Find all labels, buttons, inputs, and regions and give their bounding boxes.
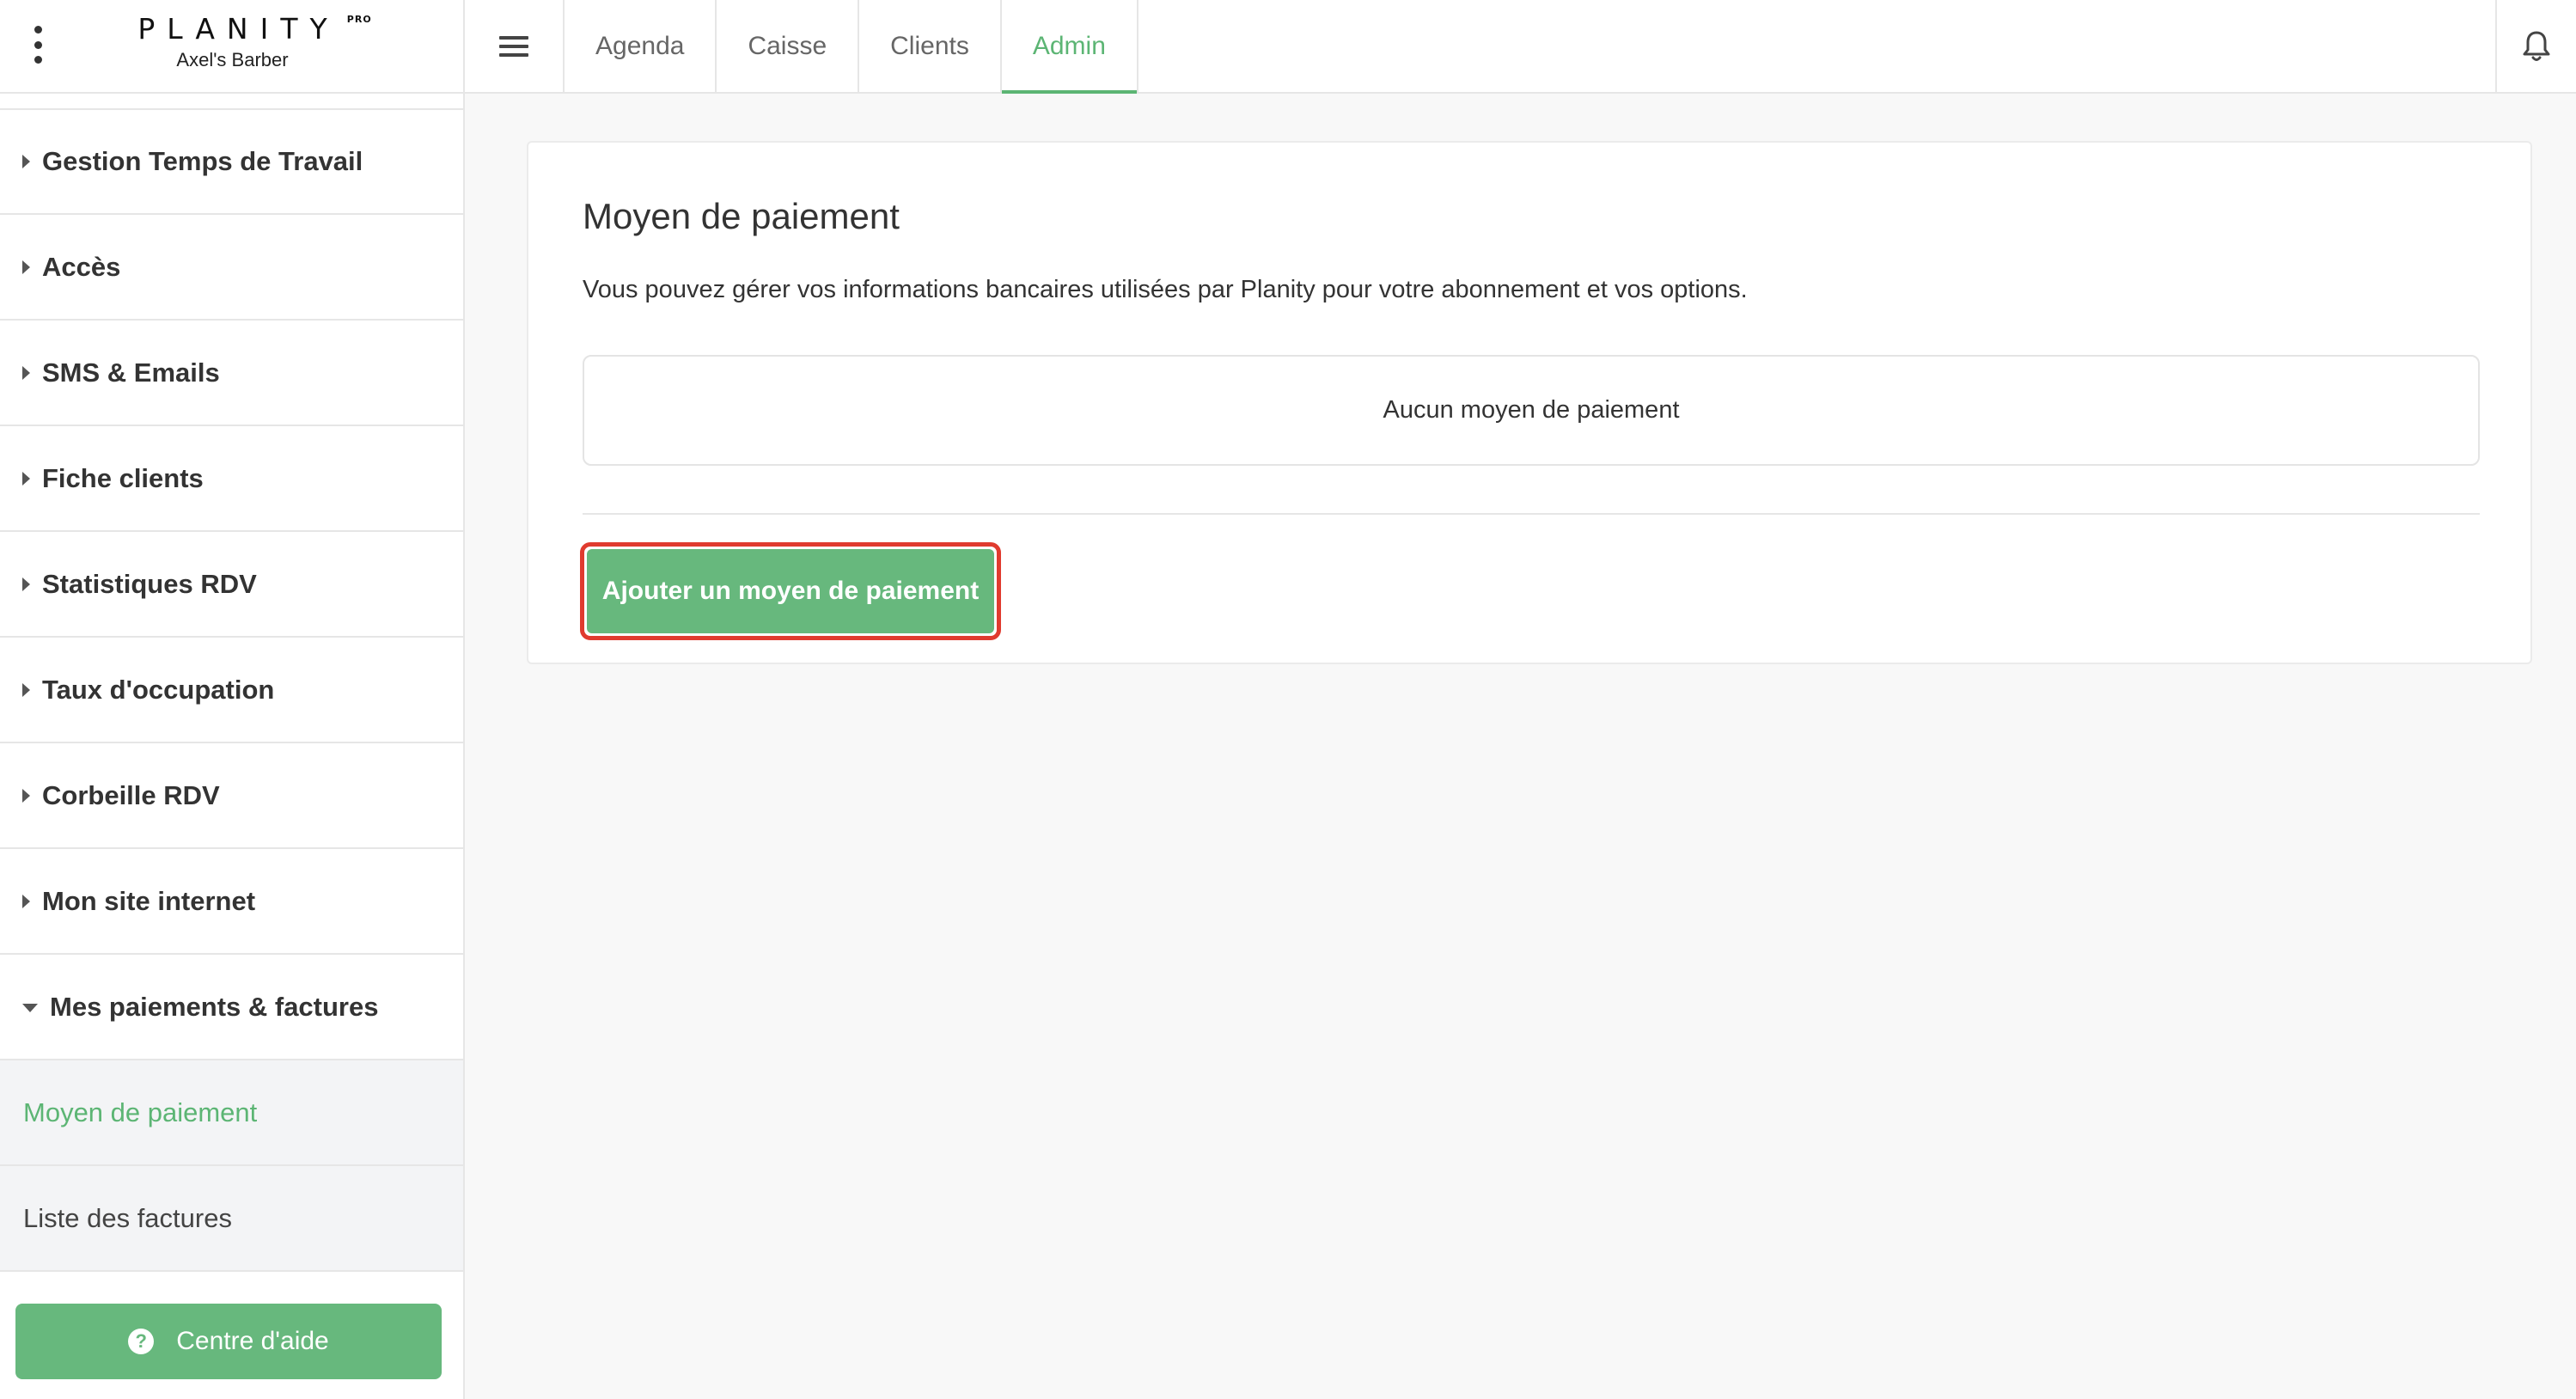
- tab-admin[interactable]: Admin: [1001, 0, 1138, 94]
- sidebar-subitem-liste-des-factures[interactable]: Liste des factures: [0, 1166, 463, 1272]
- help-center-button[interactable]: ? Centre d'aide: [15, 1304, 442, 1379]
- sidebar-item-taux-occupation[interactable]: Taux d'occupation: [0, 638, 463, 743]
- sidebar-item-statistiques-rdv[interactable]: Statistiques RDV: [0, 532, 463, 638]
- add-payment-method-label: Ajouter un moyen de paiement: [601, 577, 980, 605]
- sidebar-item-sms-emails[interactable]: SMS & Emails: [0, 321, 463, 426]
- caret-right-icon: [22, 577, 30, 591]
- caret-right-icon: [22, 894, 30, 908]
- sidebar-item-label: Taux d'occupation: [42, 674, 275, 705]
- sidebar-item-label: Corbeille RDV: [42, 779, 220, 810]
- bell-icon: [2523, 31, 2550, 61]
- sidebar-item-label: Accès: [42, 251, 121, 282]
- empty-state-text: Aucun moyen de paiement: [1383, 396, 1680, 424]
- caret-right-icon: [22, 682, 30, 697]
- tab-agenda[interactable]: Agenda: [565, 0, 717, 92]
- sidebar-item-label: Statistiques RDV: [42, 568, 257, 599]
- logo: PLANITY PRO Axel's Barber: [0, 12, 465, 71]
- payment-method-card: Moyen de paiement Vous pouvez gérer vos …: [527, 141, 2532, 664]
- sidebar-item-label: SMS & Emails: [42, 357, 220, 388]
- caret-right-icon: [22, 788, 30, 803]
- sidebar-subitem-label: Liste des factures: [23, 1202, 232, 1233]
- caret-right-icon: [22, 155, 30, 168]
- sidebar-item-acces[interactable]: Accès: [0, 215, 463, 321]
- sidebar-item-label: Gestion Temps de Travail: [42, 146, 363, 176]
- menu-icon[interactable]: [465, 0, 565, 92]
- help-center-label: Centre d'aide: [176, 1327, 329, 1355]
- empty-state-box: Aucun moyen de paiement: [583, 355, 2480, 466]
- page-description: Vous pouvez gérer vos informations banca…: [583, 276, 1748, 303]
- logo-wordmark: PLANITY PRO: [125, 12, 370, 46]
- sidebar: PLANITY PRO Axel's Barber Gestion Temps …: [0, 0, 465, 1399]
- logo-pro-badge: PRO: [346, 14, 372, 25]
- sidebar-item-gestion-temps-de-travail[interactable]: Gestion Temps de Travail: [0, 108, 463, 215]
- sidebar-item-label: Mon site internet: [42, 885, 256, 916]
- tab-clients[interactable]: Clients: [859, 0, 1002, 92]
- sidebar-nav: Gestion Temps de Travail Accès SMS & Ema…: [0, 108, 463, 1272]
- caret-down-icon: [22, 1004, 38, 1012]
- top-navigation: Agenda Caisse Clients Admin: [465, 0, 2576, 94]
- sidebar-item-fiche-clients[interactable]: Fiche clients: [0, 426, 463, 532]
- notifications-button[interactable]: [2495, 0, 2576, 92]
- sidebar-subitem-moyen-de-paiement[interactable]: Moyen de paiement: [0, 1060, 463, 1166]
- brand-header: PLANITY PRO Axel's Barber: [0, 0, 465, 94]
- salon-name: Axel's Barber: [176, 49, 289, 70]
- caret-right-icon: [22, 365, 30, 380]
- main-tabs: Agenda Caisse Clients Admin: [565, 0, 1138, 94]
- add-payment-method-button-fill: Ajouter un moyen de paiement: [587, 549, 994, 633]
- tab-caisse[interactable]: Caisse: [717, 0, 860, 92]
- logo-text: PLANITY: [137, 12, 339, 46]
- divider: [583, 513, 2480, 515]
- question-circle-icon: ?: [128, 1329, 155, 1354]
- sidebar-item-label: Fiche clients: [42, 462, 204, 493]
- caret-right-icon: [22, 260, 30, 274]
- sidebar-item-mes-paiements-factures[interactable]: Mes paiements & factures: [0, 955, 463, 1060]
- sidebar-subitem-label: Moyen de paiement: [23, 1097, 258, 1127]
- add-payment-method-button[interactable]: Ajouter un moyen de paiement: [580, 542, 1001, 640]
- sidebar-item-corbeille-rdv[interactable]: Corbeille RDV: [0, 743, 463, 849]
- sidebar-item-mon-site-internet[interactable]: Mon site internet: [0, 849, 463, 955]
- sidebar-item-label: Mes paiements & factures: [50, 991, 379, 1022]
- page-title: Moyen de paiement: [583, 196, 900, 236]
- caret-right-icon: [22, 471, 30, 486]
